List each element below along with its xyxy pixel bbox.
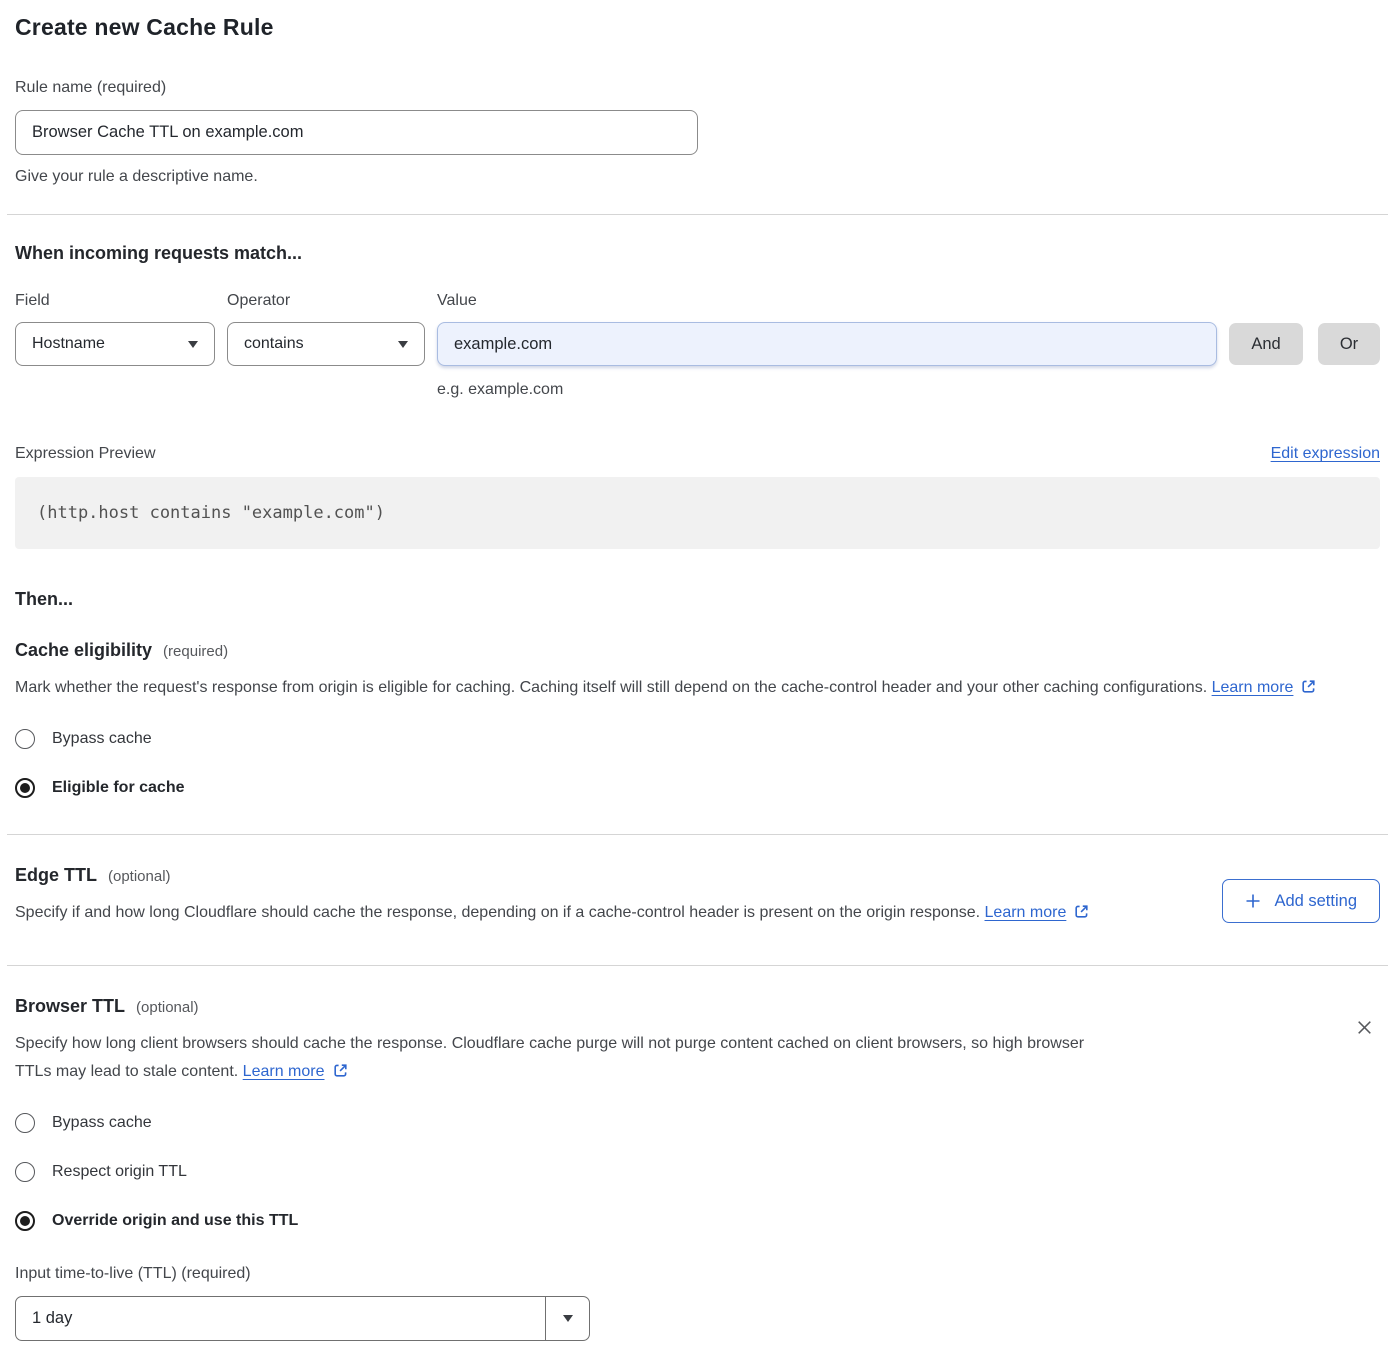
description-text: Specify how long client browsers should … <box>15 1035 1084 1080</box>
radio-label: Override origin and use this TTL <box>52 1212 298 1230</box>
ttl-select[interactable]: 1 day <box>15 1296 590 1341</box>
rule-name-input[interactable] <box>15 110 698 155</box>
edit-expression-link[interactable]: Edit expression <box>1271 445 1380 463</box>
cache-eligibility-options: Bypass cache Eligible for cache <box>15 729 1380 798</box>
radio-icon[interactable] <box>15 1211 35 1231</box>
edge-ttl-qualifier: (optional) <box>108 868 171 885</box>
radio-label: Eligible for cache <box>52 779 184 797</box>
value-help: e.g. example.com <box>15 381 1380 399</box>
learn-more-link[interactable]: Learn more <box>1212 679 1318 696</box>
rule-name-help: Give your rule a descriptive name. <box>15 168 1380 186</box>
expression-code: (http.host contains "example.com") <box>15 477 1380 549</box>
triangle-glyph <box>563 1315 573 1322</box>
value-input[interactable] <box>437 322 1217 366</box>
browser-ttl-title: Browser TTL <box>15 996 125 1017</box>
value-label: Value <box>437 292 477 310</box>
match-heading: When incoming requests match... <box>15 243 1380 264</box>
learn-more-label: Learn more <box>1212 679 1294 696</box>
description-text: Specify if and how long Cloudflare shoul… <box>15 904 980 921</box>
external-link-icon <box>1073 903 1090 920</box>
add-setting-button[interactable]: Add setting <box>1222 879 1380 923</box>
browser-ttl-description: Specify how long client browsers should … <box>15 1030 1120 1086</box>
edge-ttl-title: Edge TTL <box>15 865 97 886</box>
radio-eligible-for-cache[interactable]: Eligible for cache <box>15 778 1380 798</box>
radio-bypass-cache[interactable]: Bypass cache <box>15 1113 1380 1133</box>
radio-icon[interactable] <box>15 778 35 798</box>
operator-select[interactable]: contains <box>227 322 425 366</box>
cache-eligibility-description: Mark whether the request's response from… <box>15 674 1365 702</box>
learn-more-link[interactable]: Learn more <box>243 1063 349 1080</box>
then-heading: Then... <box>15 589 1380 610</box>
divider <box>7 214 1388 215</box>
divider <box>7 834 1388 835</box>
browser-ttl-qualifier: (optional) <box>136 999 199 1016</box>
expression-preview-label: Expression Preview <box>15 445 156 463</box>
radio-icon[interactable] <box>15 729 35 749</box>
and-button[interactable]: And <box>1229 323 1303 365</box>
radio-bypass-cache[interactable]: Bypass cache <box>15 729 1380 749</box>
chevron-down-icon <box>188 341 198 348</box>
chevron-down-icon[interactable] <box>545 1297 589 1340</box>
edge-ttl-description: Specify if and how long Cloudflare shoul… <box>15 899 1120 927</box>
expression-section: Expression Preview Edit expression (http… <box>15 445 1380 549</box>
radio-label: Respect origin TTL <box>52 1163 187 1181</box>
field-select[interactable]: Hostname <box>15 322 215 366</box>
radio-respect-origin-ttl[interactable]: Respect origin TTL <box>15 1162 1380 1182</box>
learn-more-link[interactable]: Learn more <box>985 904 1091 921</box>
ttl-input-label: Input time-to-live (TTL) (required) <box>15 1265 1380 1283</box>
operator-select-value: contains <box>244 335 304 353</box>
field-select-value: Hostname <box>32 335 105 353</box>
or-button[interactable]: Or <box>1318 323 1380 365</box>
description-text: Mark whether the request's response from… <box>15 679 1207 696</box>
radio-icon[interactable] <box>15 1162 35 1182</box>
add-setting-label: Add setting <box>1274 892 1357 911</box>
rule-name-section: Rule name (required) Give your rule a de… <box>15 79 1380 186</box>
close-button[interactable] <box>1351 1014 1378 1041</box>
radio-label: Bypass cache <box>52 730 152 748</box>
browser-ttl-section: Browser TTL (optional) Specify how long … <box>15 996 1380 1341</box>
radio-override-origin-ttl[interactable]: Override origin and use this TTL <box>15 1211 1380 1231</box>
rule-name-label: Rule name (required) <box>15 79 1380 97</box>
operator-label: Operator <box>227 292 437 310</box>
chevron-down-icon <box>398 341 408 348</box>
match-section: When incoming requests match... Field Op… <box>15 243 1380 399</box>
cache-eligibility-title: Cache eligibility <box>15 640 152 661</box>
external-link-icon <box>332 1062 349 1079</box>
cache-eligibility-qualifier: (required) <box>163 643 228 660</box>
learn-more-label: Learn more <box>243 1063 325 1080</box>
divider <box>7 965 1388 966</box>
edge-ttl-section: Edge TTL (optional) Add setting Specify … <box>15 865 1380 927</box>
ttl-select-value: 1 day <box>16 1297 545 1340</box>
radio-label: Bypass cache <box>52 1114 152 1132</box>
learn-more-label: Learn more <box>985 904 1067 921</box>
external-link-icon <box>1300 678 1317 695</box>
field-label: Field <box>15 292 227 310</box>
close-icon <box>1355 1018 1374 1037</box>
radio-icon[interactable] <box>15 1113 35 1133</box>
cache-eligibility-section: Cache eligibility (required) Mark whethe… <box>15 640 1380 798</box>
plus-icon <box>1245 893 1261 909</box>
page-title: Create new Cache Rule <box>15 14 1380 41</box>
browser-ttl-options: Bypass cache Respect origin TTL Override… <box>15 1113 1380 1231</box>
